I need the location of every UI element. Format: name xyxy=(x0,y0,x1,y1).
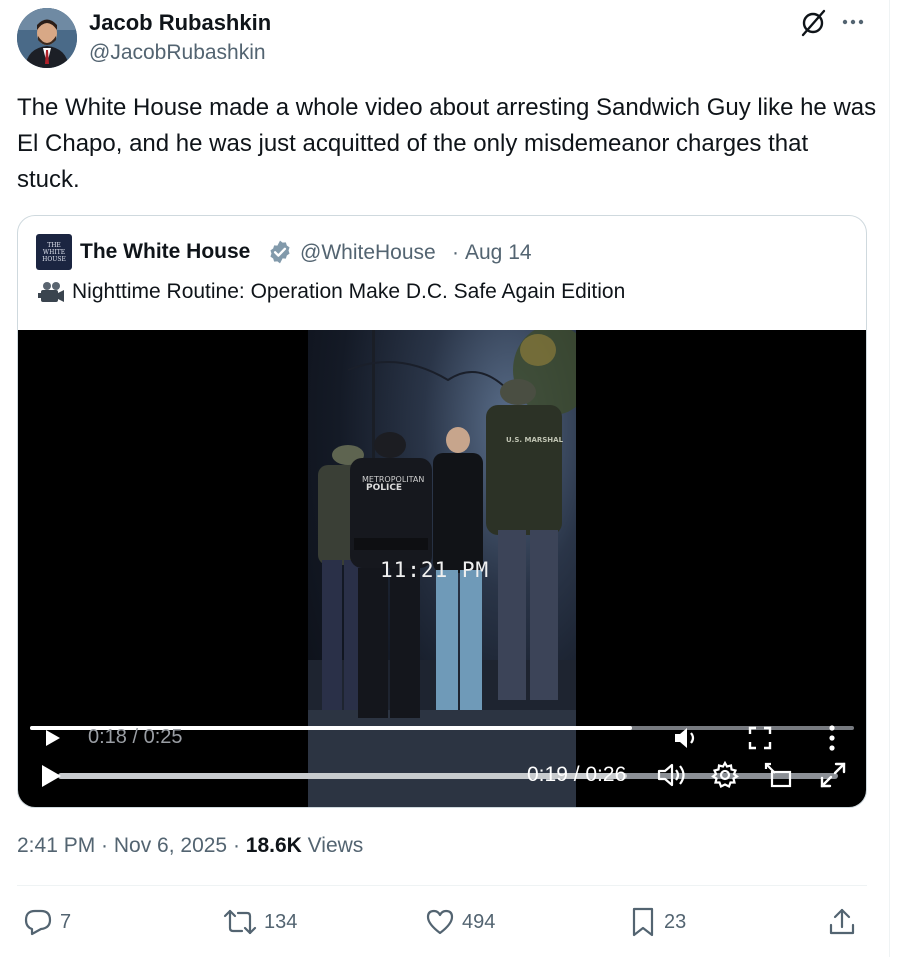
quoted-text: Nighttime Routine: Operation Make D.C. S… xyxy=(72,280,626,303)
quoted-separator: · xyxy=(452,241,459,264)
verified-icon xyxy=(267,239,293,265)
reply-icon xyxy=(24,909,52,936)
share-icon xyxy=(829,908,855,935)
share-button[interactable] xyxy=(826,905,858,939)
repost-button[interactable]: 134 xyxy=(222,905,297,939)
reply-count: 7 xyxy=(60,910,72,933)
bookmark-button[interactable]: 23 xyxy=(628,905,686,939)
like-button[interactable]: 494 xyxy=(424,905,495,939)
views-count: 18.6K xyxy=(245,834,302,857)
volume-icon[interactable] xyxy=(656,760,688,790)
fullscreen-icon[interactable] xyxy=(746,724,774,752)
patch-text-3: U.S. MARSHAL xyxy=(506,436,564,444)
play-icon[interactable] xyxy=(42,726,64,750)
quoted-handle[interactable]: @WhiteHouse xyxy=(300,241,436,265)
reply-button[interactable]: 7 xyxy=(22,905,71,939)
author-name[interactable]: Jacob Rubashkin xyxy=(89,10,271,36)
quoted-date[interactable]: Aug 14 xyxy=(465,241,532,265)
more-vertical-icon[interactable] xyxy=(818,722,846,754)
bookmark-icon xyxy=(632,907,654,937)
tweet-text: The White House made a whole video about… xyxy=(17,94,877,193)
video-overlay-time: 11:21 PM xyxy=(380,558,490,582)
like-icon xyxy=(426,909,454,935)
camera-icon xyxy=(38,280,66,306)
like-count: 494 xyxy=(462,910,496,933)
quoted-tweet[interactable]: THE WHITE HOUSE The White House @WhiteHo… xyxy=(17,215,867,808)
patch-text-2: POLICE xyxy=(366,483,402,493)
bookmark-count: 23 xyxy=(664,910,687,933)
quoted-avatar[interactable]: THE WHITE HOUSE xyxy=(36,234,72,270)
column-border xyxy=(889,0,890,957)
settings-icon[interactable] xyxy=(710,760,740,790)
author-handle[interactable]: @JacobRubashkin xyxy=(89,41,266,65)
tweet-metadata: 2:41 PM · Nov 6, 2025 · 18.6K Views xyxy=(17,834,363,858)
repost-icon xyxy=(223,909,257,935)
picture-in-picture-icon[interactable] xyxy=(763,760,793,790)
quoted-name[interactable]: The White House xyxy=(80,240,250,264)
divider xyxy=(17,885,867,886)
volume-icon[interactable] xyxy=(672,724,702,752)
video-player[interactable]: METROPOLITAN POLICE U.S. MARSHAL 11:21 P… xyxy=(18,330,866,807)
repost-count: 134 xyxy=(264,910,298,933)
quoted-avatar-logo-text: THE WHITE HOUSE xyxy=(42,241,66,263)
views-label: Views xyxy=(301,834,364,857)
more-icon[interactable] xyxy=(840,10,866,34)
video-time: 0:19 / 0:26 xyxy=(527,763,627,786)
grok-icon[interactable] xyxy=(799,8,827,38)
tweet-timestamp[interactable]: 2:41 PM · Nov 6, 2025 · xyxy=(17,834,246,857)
expand-icon[interactable] xyxy=(818,760,848,790)
avatar[interactable] xyxy=(17,8,77,68)
video-frame: METROPOLITAN POLICE U.S. MARSHAL 11:21 P… xyxy=(308,330,576,807)
play-icon[interactable] xyxy=(38,762,64,790)
ghost-video-time: 0:18 / 0:25 xyxy=(88,726,183,748)
